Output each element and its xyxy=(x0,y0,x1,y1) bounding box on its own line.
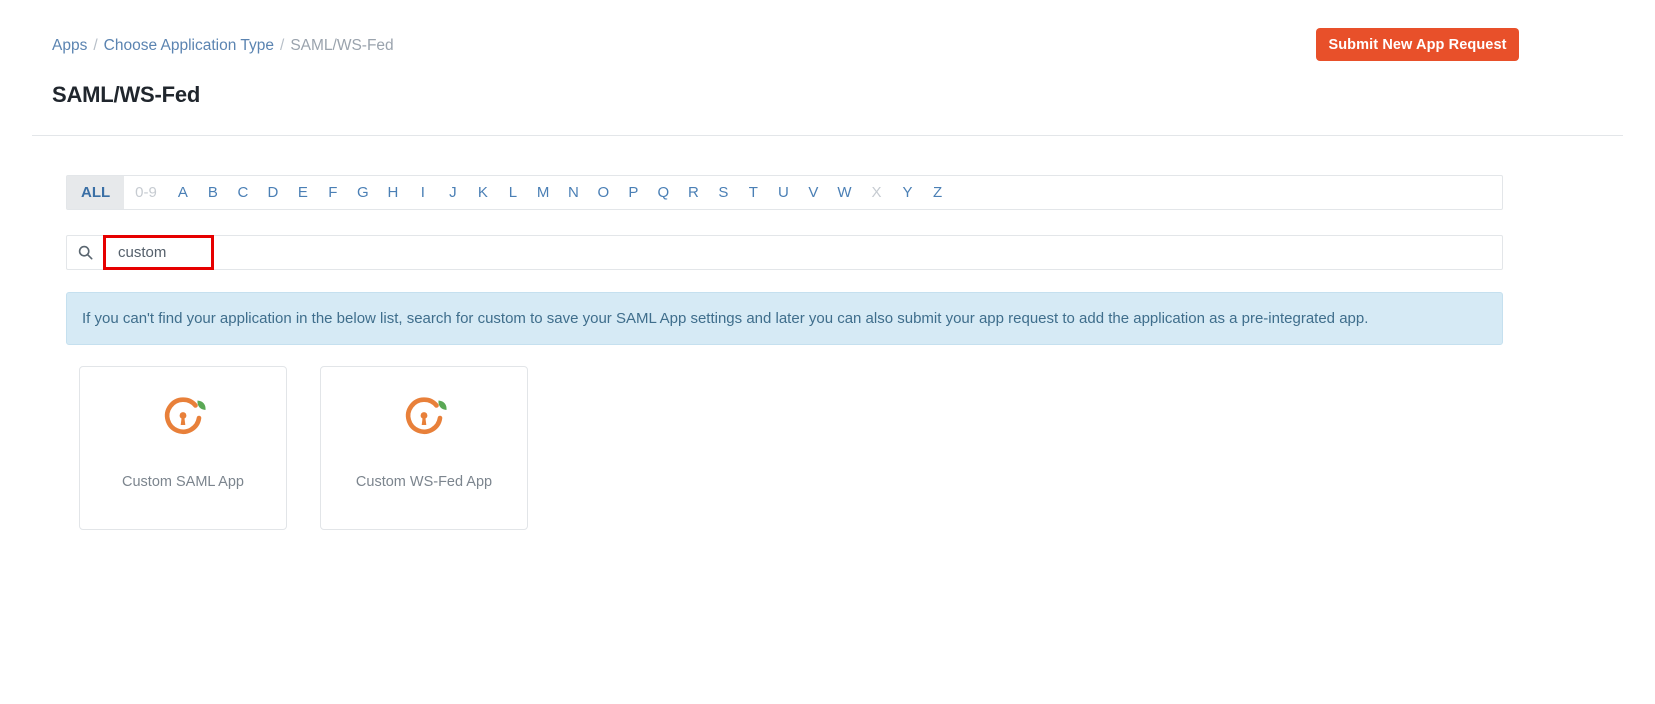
breadcrumb-separator: / xyxy=(93,37,98,54)
miniorange-lock-leaf-icon xyxy=(405,397,447,434)
alphabet-filter-a[interactable]: A xyxy=(168,176,198,209)
alphabet-filter-l[interactable]: L xyxy=(498,176,528,209)
alphabet-filter-g[interactable]: G xyxy=(348,176,378,209)
alphabet-filter-o[interactable]: O xyxy=(588,176,618,209)
alphabet-filter-h[interactable]: H xyxy=(378,176,408,209)
alphabet-filter-s[interactable]: S xyxy=(708,176,738,209)
alphabet-filter-d[interactable]: D xyxy=(258,176,288,209)
breadcrumb: Apps / Choose Application Type / SAML/WS-Fed xyxy=(52,36,394,56)
app-card-label: Custom SAML App xyxy=(122,474,244,490)
alphabet-filter-f[interactable]: F xyxy=(318,176,348,209)
submit-new-app-request-button[interactable]: Submit New App Request xyxy=(1316,28,1519,61)
breadcrumb-item-apps[interactable]: Apps xyxy=(52,37,87,54)
alphabet-filter-r[interactable]: R xyxy=(678,176,708,209)
app-card[interactable]: Custom WS-Fed App xyxy=(320,366,528,530)
info-banner-text: If you can't find your application in th… xyxy=(82,309,1369,327)
breadcrumb-separator: / xyxy=(280,37,285,54)
alphabet-filter-y[interactable]: Y xyxy=(893,176,923,209)
alphabet-filter-j[interactable]: J xyxy=(438,176,468,209)
header-divider xyxy=(32,135,1623,136)
alphabet-filter-0-9: 0-9 xyxy=(135,184,157,201)
search-bar xyxy=(66,235,1503,270)
alphabet-filter-t[interactable]: T xyxy=(738,176,768,209)
alphabet-filter-bar: ALL 0-9 A B C D E F G H I J K L M N O P Q R S T U V W X Y Z xyxy=(66,175,1503,210)
app-card-label: Custom WS-Fed App xyxy=(355,474,493,490)
alphabet-filter-e[interactable]: E xyxy=(288,176,318,209)
app-card[interactable]: Custom SAML App xyxy=(79,366,287,530)
breadcrumb-item-current: SAML/WS-Fed xyxy=(290,37,394,54)
alphabet-filter-n[interactable]: N xyxy=(558,176,588,209)
alphabet-filter-v[interactable]: V xyxy=(798,176,828,209)
page-title: SAML/WS-Fed xyxy=(52,82,201,107)
alphabet-filter-b[interactable]: B xyxy=(198,176,228,209)
alphabet-filter-w[interactable]: W xyxy=(828,176,860,209)
info-banner: If you can't find your application in th… xyxy=(66,292,1503,345)
search-icon xyxy=(67,236,104,269)
alphabet-filter-i[interactable]: I xyxy=(408,176,438,209)
page-header: Apps / Choose Application Type / SAML/WS-Fed… xyxy=(0,0,1655,136)
alphabet-filter-c[interactable]: C xyxy=(228,176,258,209)
alphabet-filter-u[interactable]: U xyxy=(768,176,798,209)
alphabet-filter-x: X xyxy=(871,184,882,201)
alphabet-filter-q[interactable]: Q xyxy=(648,176,678,209)
app-card-list: Custom SAML App Custom WS-Fed App xyxy=(79,366,528,530)
search-input[interactable] xyxy=(104,236,1502,269)
miniorange-lock-leaf-icon xyxy=(164,397,206,434)
saml-wsfed-app-chooser-page: Apps / Choose Application Type / SAML/WS-Fed… xyxy=(0,0,1655,704)
alphabet-filter-all[interactable]: ALL xyxy=(67,176,125,209)
breadcrumb-item-choose-application-type[interactable]: Choose Application Type xyxy=(104,37,274,54)
alphabet-filter-k[interactable]: K xyxy=(468,176,498,209)
alphabet-filter-p[interactable]: P xyxy=(618,176,648,209)
alphabet-filter-z[interactable]: Z xyxy=(923,176,953,209)
alphabet-filter-m[interactable]: M xyxy=(528,176,559,209)
